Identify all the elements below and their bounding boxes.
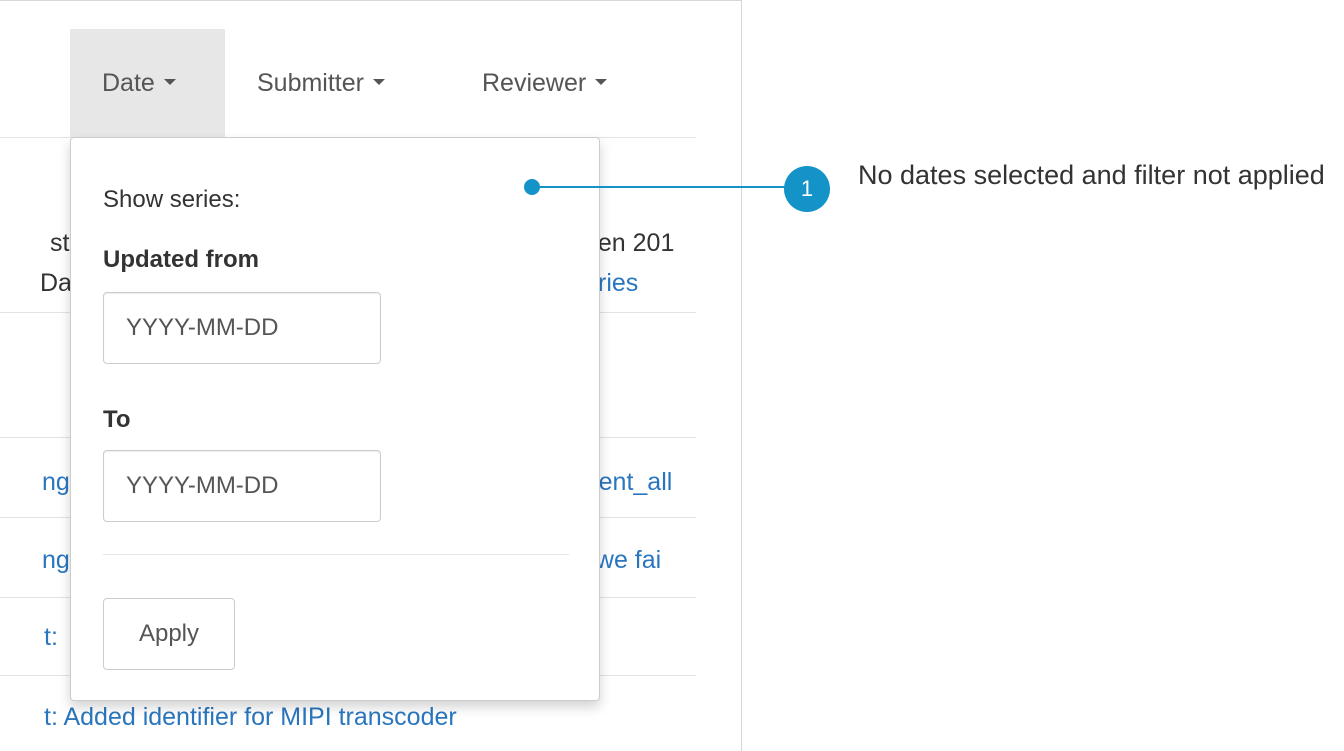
bg-link-fragment[interactable]: t: (44, 623, 58, 652)
apply-button[interactable]: Apply (103, 598, 235, 670)
to-date-input[interactable] (103, 450, 381, 522)
date-filter-dropdown: Show series: Updated from To Apply (70, 137, 600, 701)
bg-text-fragment: st (50, 229, 70, 257)
bg-text-fragment: Da (40, 269, 72, 297)
nav-date-label: Date (102, 69, 155, 97)
updated-from-input[interactable] (103, 292, 381, 364)
bg-link-fragment[interactable]: ries (598, 269, 638, 298)
updated-from-label: Updated from (103, 246, 259, 273)
callout-number-badge: 1 (784, 166, 830, 212)
nav-date-dropdown[interactable]: Date (70, 29, 225, 137)
nav-submitter-label: Submitter (257, 69, 364, 97)
show-series-heading: Show series: (103, 186, 241, 213)
nav-submitter-dropdown[interactable]: Submitter (225, 29, 415, 137)
bg-link-fragment[interactable]: t: Added identifier for MIPI transcoder (44, 703, 457, 732)
nav-reviewer-dropdown[interactable]: Reviewer (450, 29, 637, 137)
caret-down-icon (595, 79, 608, 86)
callout-connector-line (534, 186, 802, 188)
nav-reviewer-label: Reviewer (482, 69, 587, 97)
callout-anchor-dot (524, 179, 540, 195)
callout-description: No dates selected and filter not applied (858, 160, 1325, 190)
bg-link-fragment[interactable]: ng (42, 546, 70, 575)
to-label: To (103, 406, 131, 433)
dropdown-divider (103, 554, 569, 555)
caret-down-icon (163, 79, 176, 86)
caret-down-icon (372, 79, 385, 86)
app-frame: Date Submitter Reviewer st een 201 Da ri… (0, 0, 742, 751)
filter-navbar: Date Submitter Reviewer (0, 29, 696, 138)
bg-link-fragment[interactable]: ng (42, 468, 70, 497)
